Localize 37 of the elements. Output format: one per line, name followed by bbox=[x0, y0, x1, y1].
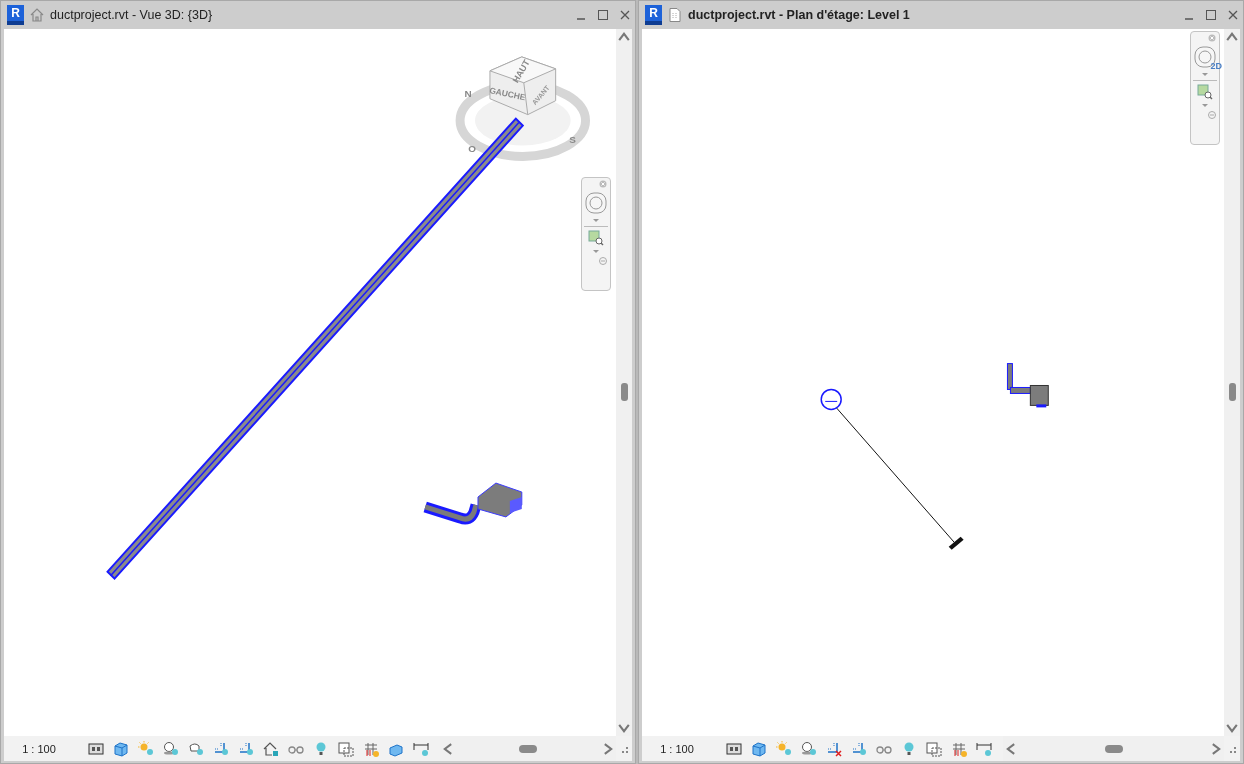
caret-icon[interactable] bbox=[592, 218, 600, 223]
steering-wheel-icon[interactable] bbox=[584, 191, 608, 215]
shadow-icon[interactable] bbox=[800, 739, 818, 758]
caret-icon[interactable] bbox=[592, 249, 600, 254]
maximize-icon[interactable] bbox=[597, 9, 609, 21]
sun-icon[interactable] bbox=[137, 739, 155, 758]
scale-label[interactable]: 1 : 100 bbox=[4, 742, 74, 755]
vertical-scrollbar[interactable] bbox=[1224, 29, 1240, 736]
scroll-thumb[interactable] bbox=[1104, 744, 1123, 753]
window-title: ductproject.rvt - Vue 3D: {3D} bbox=[50, 8, 213, 22]
sheet-icon bbox=[667, 7, 683, 23]
cube-icon[interactable] bbox=[112, 739, 130, 758]
scroll-thumb[interactable] bbox=[519, 744, 537, 753]
window-title: ductproject.rvt - Plan d'étage: Level 1 bbox=[688, 8, 910, 22]
caret-icon[interactable] bbox=[1201, 72, 1209, 77]
scroll-thumb[interactable] bbox=[620, 383, 628, 401]
duct-drawing bbox=[1006, 363, 1049, 408]
reveal-icon[interactable] bbox=[925, 739, 943, 758]
app-logo: R bbox=[645, 5, 662, 25]
maximize-icon[interactable] bbox=[1205, 9, 1217, 21]
cube-icon[interactable] bbox=[750, 739, 768, 758]
vertical-scrollbar[interactable] bbox=[616, 29, 632, 736]
caret-icon[interactable] bbox=[1201, 103, 1209, 108]
scroll-thumb[interactable] bbox=[1228, 383, 1236, 401]
zoom-icon[interactable] bbox=[588, 230, 604, 246]
scale-label[interactable]: 1 : 100 bbox=[642, 742, 712, 755]
house-icon bbox=[29, 7, 45, 23]
close-icon[interactable] bbox=[1227, 9, 1239, 21]
collapse-icon[interactable] bbox=[1208, 111, 1216, 119]
reveal-icon[interactable] bbox=[337, 739, 355, 758]
mode-label: 2D bbox=[1210, 61, 1222, 71]
app-logo: R bbox=[7, 5, 24, 25]
zoom-icon[interactable] bbox=[1197, 84, 1213, 100]
collapse-icon[interactable] bbox=[599, 257, 607, 265]
shadow-icon[interactable] bbox=[162, 739, 180, 758]
sun-icon[interactable] bbox=[775, 739, 793, 758]
close-icon[interactable] bbox=[619, 9, 631, 21]
